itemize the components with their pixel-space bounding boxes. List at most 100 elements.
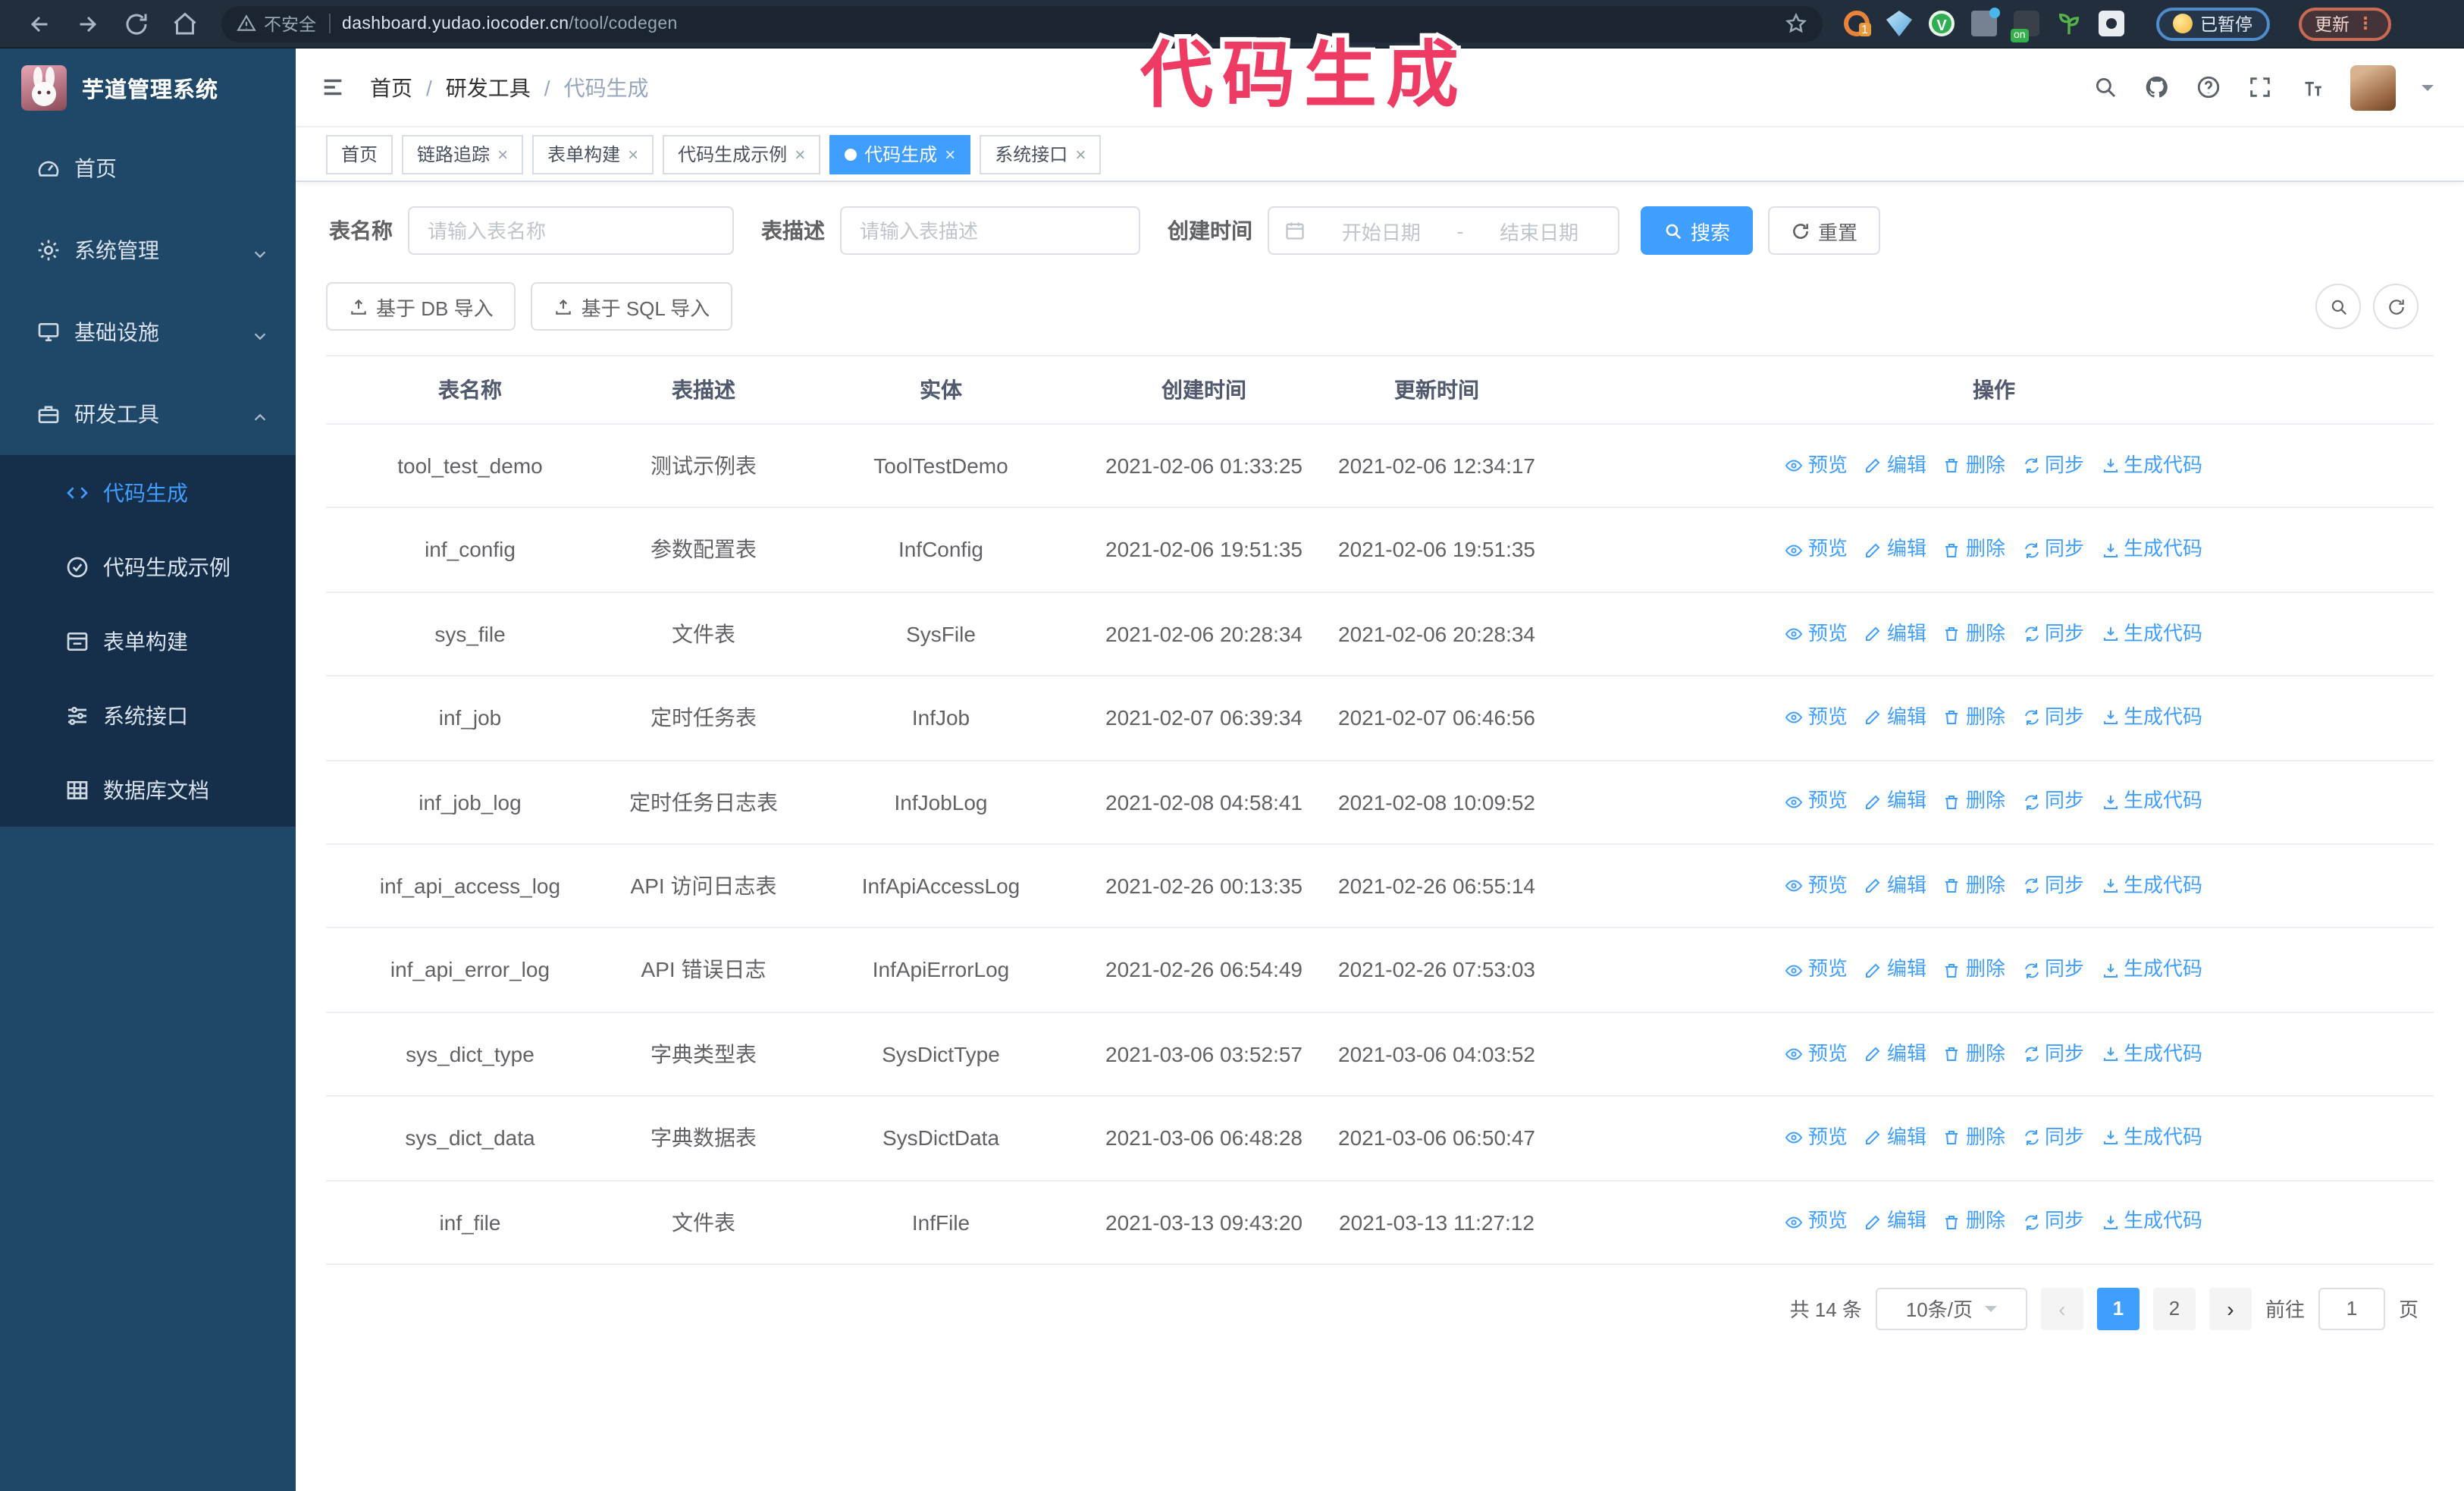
- caret-down-icon[interactable]: [2422, 84, 2434, 96]
- update-button[interactable]: 更新 ⋮: [2298, 7, 2390, 40]
- back-icon[interactable]: [26, 10, 53, 37]
- search-icon[interactable]: [2093, 74, 2118, 100]
- delete-link[interactable]: 删除: [1943, 618, 2005, 650]
- delete-link[interactable]: 删除: [1943, 871, 2005, 902]
- close-icon[interactable]: ×: [1075, 145, 1086, 163]
- start-date-placeholder[interactable]: 开始日期: [1318, 216, 1445, 245]
- generate-code-link[interactable]: 生成代码: [2101, 871, 2202, 902]
- sidebar-item-home[interactable]: 首页: [0, 127, 296, 209]
- edit-link[interactable]: 编辑: [1864, 954, 1926, 986]
- close-icon[interactable]: ×: [628, 145, 638, 163]
- import-sql-button[interactable]: 基于 SQL 导入: [531, 282, 733, 331]
- sync-link[interactable]: 同步: [2022, 450, 2084, 482]
- sidebar-item-form-builder[interactable]: 表单构建: [0, 604, 296, 678]
- address-bar[interactable]: 不安全 dashboard.yudao.iocoder.cn/tool/code…: [221, 5, 1823, 42]
- breadcrumb-devtools[interactable]: 研发工具: [446, 72, 531, 102]
- sync-link[interactable]: 同步: [2022, 871, 2084, 902]
- preview-link[interactable]: 预览: [1785, 450, 1848, 482]
- generate-code-link[interactable]: 生成代码: [2101, 1207, 2202, 1238]
- generate-code-link[interactable]: 生成代码: [2101, 534, 2202, 566]
- preview-link[interactable]: 预览: [1785, 534, 1848, 566]
- extension-columns-icon[interactable]: [1971, 8, 2000, 36]
- search-button[interactable]: 搜索: [1641, 206, 1754, 255]
- sidebar-item-system-api[interactable]: 系统接口: [0, 678, 296, 752]
- generate-code-link[interactable]: 生成代码: [2101, 1122, 2202, 1154]
- breadcrumb-home[interactable]: 首页: [370, 72, 412, 102]
- delete-link[interactable]: 删除: [1943, 450, 2005, 482]
- sidebar-item-infra[interactable]: 基础设施: [0, 291, 296, 373]
- refresh-table-button[interactable]: [2373, 284, 2419, 329]
- tab-codegen[interactable]: 代码生成 ×: [829, 134, 971, 174]
- extension-gem-icon[interactable]: [1886, 11, 1912, 36]
- edit-link[interactable]: 编辑: [1864, 534, 1926, 566]
- delete-link[interactable]: 删除: [1943, 1207, 2005, 1238]
- prev-page-button[interactable]: ‹: [2040, 1287, 2083, 1330]
- sync-link[interactable]: 同步: [2022, 618, 2084, 650]
- home-icon[interactable]: [171, 10, 199, 37]
- generate-code-link[interactable]: 生成代码: [2101, 450, 2202, 482]
- show-search-toggle-button[interactable]: [2315, 284, 2361, 329]
- page-button-1[interactable]: 1: [2096, 1287, 2140, 1330]
- sidebar-item-devtools[interactable]: 研发工具: [0, 373, 296, 455]
- preview-link[interactable]: 预览: [1785, 1038, 1848, 1070]
- github-icon[interactable]: [2144, 74, 2170, 100]
- tab-codegen-demo[interactable]: 代码生成示例 ×: [663, 134, 821, 174]
- generate-code-link[interactable]: 生成代码: [2101, 954, 2202, 986]
- delete-link[interactable]: 删除: [1943, 1122, 2005, 1154]
- extension-switch-icon[interactable]: on: [2011, 11, 2039, 42]
- sync-link[interactable]: 同步: [2022, 1038, 2084, 1070]
- sync-link[interactable]: 同步: [2022, 786, 2084, 818]
- preview-link[interactable]: 预览: [1785, 1207, 1848, 1238]
- extension-orange-icon[interactable]: 1: [1844, 11, 1871, 36]
- close-icon[interactable]: ×: [497, 145, 508, 163]
- bookmark-star-icon[interactable]: [1785, 12, 1807, 35]
- close-icon[interactable]: ×: [945, 145, 955, 163]
- edit-link[interactable]: 编辑: [1864, 786, 1926, 818]
- tab-trace[interactable]: 链路追踪 ×: [402, 134, 524, 174]
- delete-link[interactable]: 删除: [1943, 702, 2005, 734]
- generate-code-link[interactable]: 生成代码: [2101, 618, 2202, 650]
- edit-link[interactable]: 编辑: [1864, 1207, 1926, 1238]
- close-icon[interactable]: ×: [795, 145, 805, 163]
- help-icon[interactable]: [2196, 74, 2221, 100]
- generate-code-link[interactable]: 生成代码: [2101, 786, 2202, 818]
- preview-link[interactable]: 预览: [1785, 1122, 1848, 1154]
- edit-link[interactable]: 编辑: [1864, 618, 1926, 650]
- next-page-button[interactable]: ›: [2209, 1287, 2252, 1330]
- tab-home[interactable]: 首页: [326, 134, 393, 174]
- preview-link[interactable]: 预览: [1785, 786, 1848, 818]
- goto-page-input[interactable]: [2318, 1287, 2385, 1330]
- kebab-menu-icon[interactable]: ⋮: [2357, 14, 2374, 33]
- collapse-menu-icon[interactable]: [320, 74, 346, 100]
- sync-link[interactable]: 同步: [2022, 702, 2084, 734]
- sync-link[interactable]: 同步: [2022, 954, 2084, 986]
- delete-link[interactable]: 删除: [1943, 786, 2005, 818]
- paused-chip[interactable]: 已暂停: [2156, 7, 2269, 40]
- preview-link[interactable]: 预览: [1785, 702, 1848, 734]
- tab-system-api[interactable]: 系统接口 ×: [980, 134, 1102, 174]
- fullscreen-icon[interactable]: [2247, 74, 2273, 100]
- sync-link[interactable]: 同步: [2022, 1207, 2084, 1238]
- edit-link[interactable]: 编辑: [1864, 702, 1926, 734]
- edit-link[interactable]: 编辑: [1864, 450, 1926, 482]
- font-size-icon[interactable]: [2299, 74, 2324, 100]
- reset-button[interactable]: 重置: [1768, 206, 1881, 255]
- edit-link[interactable]: 编辑: [1864, 1038, 1926, 1070]
- delete-link[interactable]: 删除: [1943, 1038, 2005, 1070]
- app-logo-row[interactable]: 芋道管理系统: [0, 49, 296, 127]
- edit-link[interactable]: 编辑: [1864, 1122, 1926, 1154]
- edit-link[interactable]: 编辑: [1864, 871, 1926, 902]
- preview-link[interactable]: 预览: [1785, 618, 1848, 650]
- import-db-button[interactable]: 基于 DB 导入: [326, 282, 516, 331]
- preview-link[interactable]: 预览: [1785, 954, 1848, 986]
- tab-form-builder[interactable]: 表单构建 ×: [532, 134, 654, 174]
- generate-code-link[interactable]: 生成代码: [2101, 702, 2202, 734]
- delete-link[interactable]: 删除: [1943, 954, 2005, 986]
- table-name-input[interactable]: [408, 206, 734, 255]
- page-size-select[interactable]: 10条/页: [1875, 1287, 2027, 1330]
- sync-link[interactable]: 同步: [2022, 1122, 2084, 1154]
- generate-code-link[interactable]: 生成代码: [2101, 1038, 2202, 1070]
- forward-icon[interactable]: [74, 10, 102, 37]
- reload-icon[interactable]: [123, 10, 150, 37]
- sync-link[interactable]: 同步: [2022, 534, 2084, 566]
